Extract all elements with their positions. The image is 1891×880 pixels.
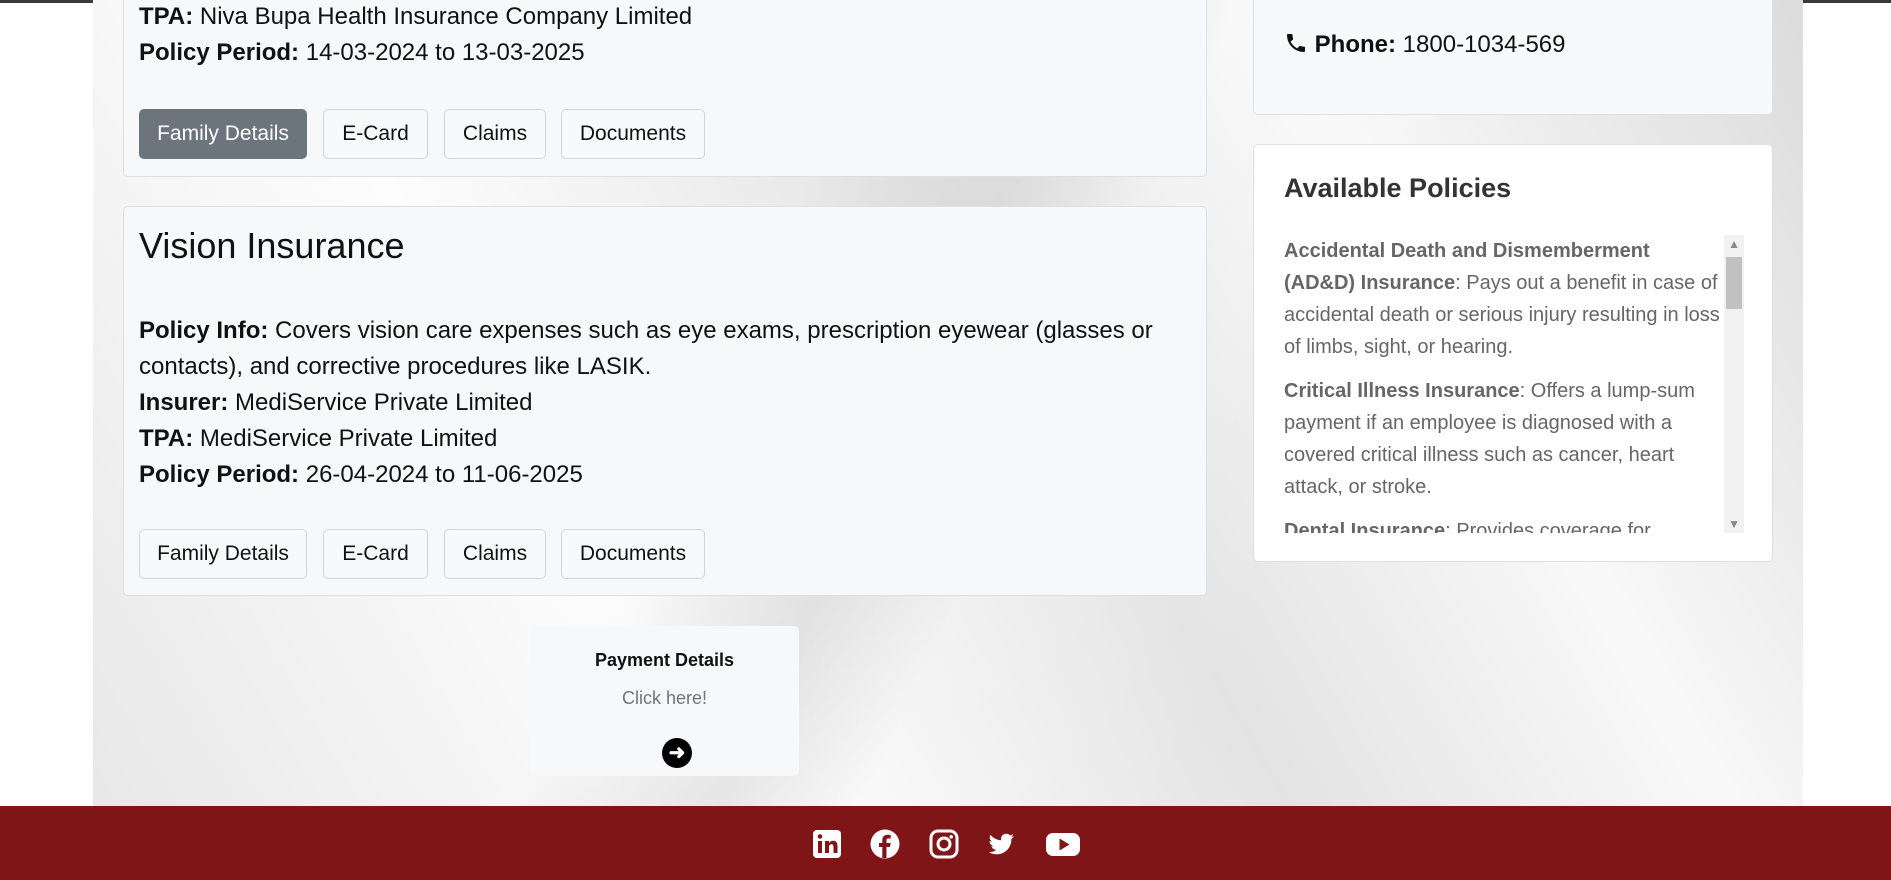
tpa-label: TPA:: [139, 425, 194, 452]
policy-card-health: TPA: Niva Bupa Health Insurance Company …: [123, 0, 1207, 177]
policy-info-value: Covers vision care expenses such as eye …: [139, 317, 1153, 380]
policy-list-item: Critical Illness Insurance: Offers a lum…: [1284, 375, 1724, 503]
documents-button[interactable]: Documents: [561, 529, 705, 579]
tpa-value: MediService Private Limited: [199, 425, 498, 452]
linkedin-icon[interactable]: [811, 828, 843, 860]
family-details-button[interactable]: Family Details: [139, 529, 307, 579]
insurer-value: MediService Private Limited: [235, 389, 533, 416]
arrow-right-circle-icon[interactable]: ➜: [662, 738, 692, 768]
policy-list-item: Dental Insurance: Provides coverage for: [1284, 515, 1724, 533]
phone-icon: [1284, 30, 1308, 54]
family-details-button[interactable]: Family Details: [139, 109, 307, 159]
phone-label: Phone:: [1314, 31, 1396, 58]
claims-button[interactable]: Claims: [444, 109, 546, 159]
facebook-icon[interactable]: [869, 828, 901, 860]
ecard-button[interactable]: E-Card: [323, 529, 428, 579]
policy-period-value: 14-03-2024 to 13-03-2025: [305, 39, 585, 66]
tpa-value: Niva Bupa Health Insurance Company Limit…: [199, 3, 693, 30]
policy-period-row: Policy Period: 26-04-2024 to 11-06-2025: [139, 457, 583, 493]
payment-details-title: Payment Details: [594, 650, 735, 670]
contact-card: Phone: 1800-1034-569: [1253, 0, 1773, 115]
instagram-icon[interactable]: [928, 828, 960, 860]
phone-row: Phone: 1800-1034-569: [1284, 27, 1565, 63]
available-policies-title: Available Policies: [1284, 173, 1512, 203]
footer: [0, 806, 1891, 880]
twitter-icon[interactable]: [985, 828, 1017, 860]
policy-period-value: 26-04-2024 to 11-06-2025: [305, 461, 583, 488]
scrollbar-thumb[interactable]: [1726, 257, 1742, 309]
tpa-label: TPA:: [139, 3, 194, 30]
available-policies-list[interactable]: Accidental Death and Dismemberment (AD&D…: [1284, 235, 1744, 533]
documents-button[interactable]: Documents: [561, 109, 705, 159]
policy-item-desc: : Provides coverage for: [1445, 520, 1651, 533]
claims-button[interactable]: Claims: [444, 529, 546, 579]
scroll-up-arrow-icon[interactable]: ▲: [1728, 237, 1740, 251]
policy-list-item: Accidental Death and Dismemberment (AD&D…: [1284, 235, 1724, 363]
payment-details-card[interactable]: Payment Details Click here! ➜: [530, 626, 799, 776]
policy-period-row: Policy Period: 14-03-2024 to 13-03-2025: [139, 35, 585, 71]
insurer-label: Insurer:: [139, 389, 229, 416]
available-policies-card: Available Policies Accidental Death and …: [1253, 144, 1773, 562]
tpa-row: TPA: MediService Private Limited: [139, 421, 497, 457]
scrollbar[interactable]: ▲ ▼: [1724, 235, 1744, 533]
policy-item-name: Critical Illness Insurance: [1284, 380, 1520, 402]
policy-info-label: Policy Info:: [139, 317, 269, 344]
payment-details-link[interactable]: Click here!: [530, 688, 799, 709]
policy-period-label: Policy Period:: [139, 461, 300, 488]
tpa-row: TPA: Niva Bupa Health Insurance Company …: [139, 0, 692, 35]
phone-value: 1800-1034-569: [1402, 31, 1566, 58]
policy-period-label: Policy Period:: [139, 39, 300, 66]
policy-item-name: Dental Insurance: [1284, 520, 1446, 533]
scroll-down-arrow-icon[interactable]: ▼: [1728, 517, 1740, 531]
youtube-icon[interactable]: [1045, 828, 1081, 860]
insurer-row: Insurer: MediService Private Limited: [139, 385, 532, 421]
policy-info-row: Policy Info: Covers vision care expenses…: [139, 313, 1189, 385]
policy-title: Vision Insurance: [139, 225, 405, 266]
policy-card-vision: Vision Insurance Policy Info: Covers vis…: [123, 206, 1207, 596]
ecard-button[interactable]: E-Card: [323, 109, 428, 159]
